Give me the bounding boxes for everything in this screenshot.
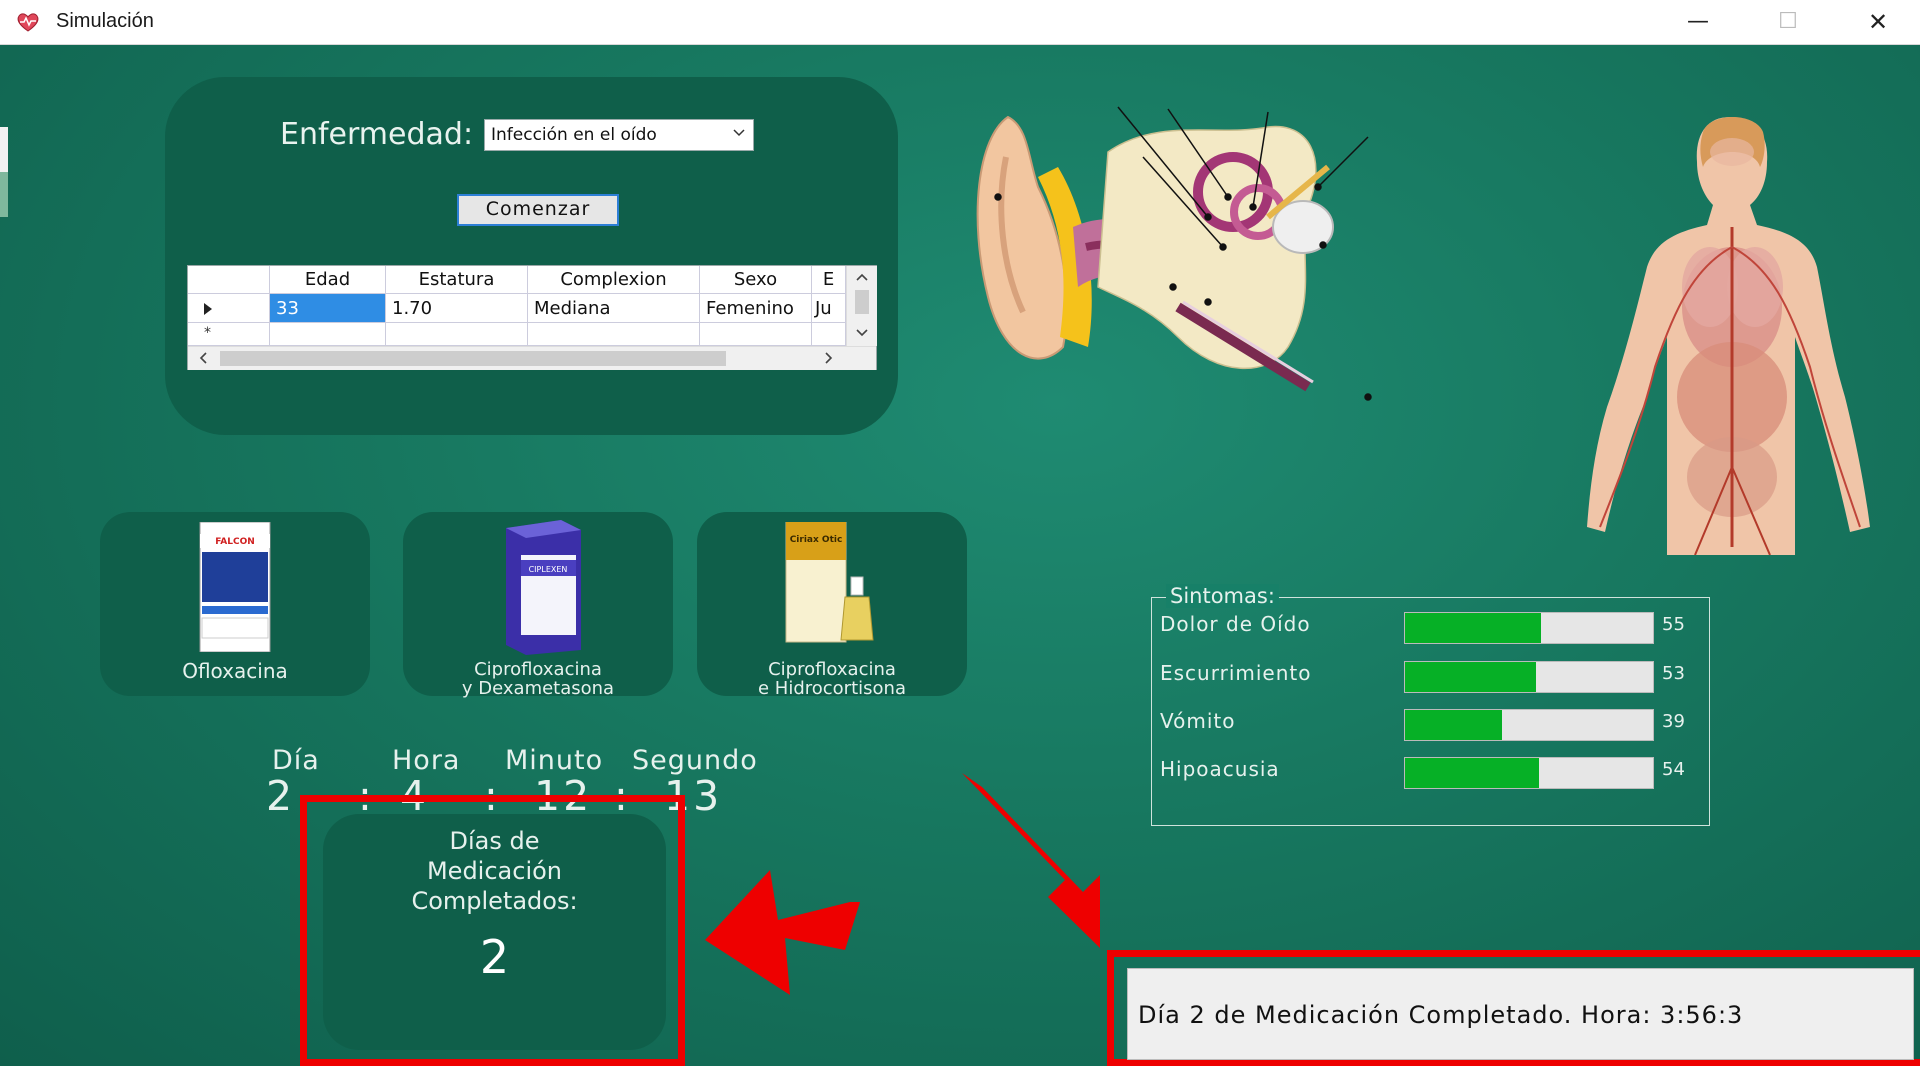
ofloxacina-bottle-image: FALCON	[199, 522, 271, 652]
grid-new-cell[interactable]	[700, 323, 812, 346]
clock-value-day: 2	[266, 772, 296, 820]
female-body-anatomy	[1587, 117, 1870, 555]
left-edge-strip	[0, 127, 8, 217]
medication-days-value: 2	[479, 930, 510, 984]
medication-days-title: Días de Medicación Completados:	[323, 826, 666, 916]
medication-days-title-line: Medicación	[426, 857, 563, 885]
start-button[interactable]: Comenzar	[457, 194, 619, 226]
patient-data-grid[interactable]: Edad Estatura Complexion Sexo E 33 1.70 …	[187, 265, 877, 370]
horizontal-scroll-thumb[interactable]	[220, 351, 726, 366]
grid-cell-complexion[interactable]: Mediana	[528, 294, 700, 323]
symptom-value-hipoacusia: 54	[1662, 759, 1685, 780]
grid-header-sexo[interactable]: Sexo	[700, 266, 812, 294]
status-message-text: Día 2 de Medicación Completado. Hora: 3:…	[1138, 1001, 1744, 1029]
symptom-bar-vomito	[1404, 709, 1654, 741]
symptom-bar-fill	[1405, 613, 1542, 643]
grid-corner-header	[188, 266, 270, 294]
medication-days-title-line: Días de	[449, 827, 540, 855]
medication-label-ciprofloxacina: Ciprofloxacina	[474, 659, 602, 680]
symptom-bar-fill	[1405, 758, 1539, 788]
symptom-bar-dolor-oido	[1404, 612, 1654, 644]
symptom-bar-fill	[1405, 710, 1502, 740]
new-row-marker: *	[204, 325, 211, 341]
ciplexen-box-image: CIPLEXEN	[506, 520, 581, 655]
grid-cell-edad[interactable]: 33	[270, 294, 386, 323]
disease-select[interactable]: Infección en el oído	[484, 119, 754, 151]
symptom-bar-fill	[1405, 662, 1537, 692]
symptom-value-escurrimiento: 53	[1662, 663, 1685, 684]
grid-cell-e[interactable]: Ju	[812, 294, 846, 323]
ear-anatomy-illustration	[976, 106, 1372, 401]
grid-header-e[interactable]: E	[812, 266, 846, 294]
scroll-down-icon[interactable]	[855, 328, 869, 338]
symptoms-legend: Sintomas:	[1166, 584, 1279, 608]
medication-card-ciprofloxacina-dexametasona[interactable]: CIPLEXEN Ciprofloxacina y Dexametasona	[403, 512, 673, 699]
vertical-scrollbar[interactable]	[846, 266, 877, 346]
grid-new-cell[interactable]	[812, 323, 846, 346]
status-message-box: Día 2 de Medicación Completado. Hora: 3:…	[1127, 968, 1914, 1060]
symptom-name-dolor-oido: Dolor de Oído	[1160, 612, 1311, 636]
horizontal-scrollbar[interactable]	[188, 346, 876, 370]
box-brand-text: CIPLEXEN	[529, 565, 568, 574]
current-row-arrow-icon	[204, 303, 212, 315]
symptom-bar-hipoacusia	[1404, 757, 1654, 789]
medication-card-ofloxacina[interactable]: FALCON Ofloxacina	[100, 512, 370, 696]
medication-days-title-line: Completados:	[411, 887, 578, 915]
symptom-bar-escurrimiento	[1404, 661, 1654, 693]
grid-new-cell[interactable]	[528, 323, 700, 346]
bottle-brand-text: FALCON	[215, 537, 255, 547]
grid-cell-estatura[interactable]: 1.70	[386, 294, 528, 323]
window-title: Simulación	[56, 10, 154, 32]
medication-days-card: Días de Medicación Completados: 2	[323, 814, 666, 1050]
minimize-button[interactable]: —	[1668, 6, 1728, 38]
disease-label: Enfermedad:	[280, 117, 474, 152]
grid-new-cell[interactable]	[386, 323, 528, 346]
grid-header-edad[interactable]: Edad	[270, 266, 386, 294]
symptom-name-vomito: Vómito	[1160, 709, 1236, 733]
symptom-name-hipoacusia: Hipoacusia	[1160, 757, 1280, 781]
symptoms-group: Sintomas: Dolor de Oído 55 Escurrimiento…	[1151, 584, 1710, 826]
new-row-indicator[interactable]: *	[188, 323, 270, 346]
disease-select-value: Infección en el oído	[491, 125, 657, 145]
app-heart-icon	[17, 13, 39, 32]
simulation-canvas: Enfermedad: Infección en el oído Comenza…	[0, 45, 1920, 1066]
grid-cell-sexo[interactable]: Femenino	[700, 294, 812, 323]
grid-header-estatura[interactable]: Estatura	[386, 266, 528, 294]
box-brand-text: Ciriax Otic	[790, 535, 843, 545]
vertical-scroll-thumb[interactable]	[855, 290, 869, 314]
scroll-left-icon[interactable]	[198, 351, 208, 365]
maximize-button[interactable]: ☐	[1758, 6, 1818, 38]
scroll-up-icon[interactable]	[855, 272, 869, 282]
close-button[interactable]: ✕	[1848, 6, 1908, 38]
title-bar: Simulación — ☐ ✕	[0, 0, 1920, 45]
ciriax-otic-box-image: Ciriax Otic	[785, 522, 874, 643]
medication-card-ciprofloxacina-hidrocortisona[interactable]: Ciriax Otic Ciprofloxacina e Hidrocortis…	[697, 512, 967, 699]
medication-label-hidrocortisona: e Hidrocortisona	[758, 678, 906, 699]
medication-label-ofloxacina: Ofloxacina	[182, 659, 288, 683]
grid-new-cell[interactable]	[270, 323, 386, 346]
row-indicator[interactable]	[188, 294, 270, 323]
symptom-name-escurrimiento: Escurrimiento	[1160, 661, 1312, 685]
chevron-down-icon	[733, 129, 745, 137]
medication-label-dexametasona: y Dexametasona	[461, 678, 615, 699]
symptom-value-vomito: 39	[1662, 711, 1685, 732]
scroll-right-icon[interactable]	[824, 351, 834, 365]
grid-header-complexion[interactable]: Complexion	[528, 266, 700, 294]
symptom-value-dolor-oido: 55	[1662, 614, 1685, 635]
medication-label-ciprofloxacina: Ciprofloxacina	[768, 659, 896, 680]
